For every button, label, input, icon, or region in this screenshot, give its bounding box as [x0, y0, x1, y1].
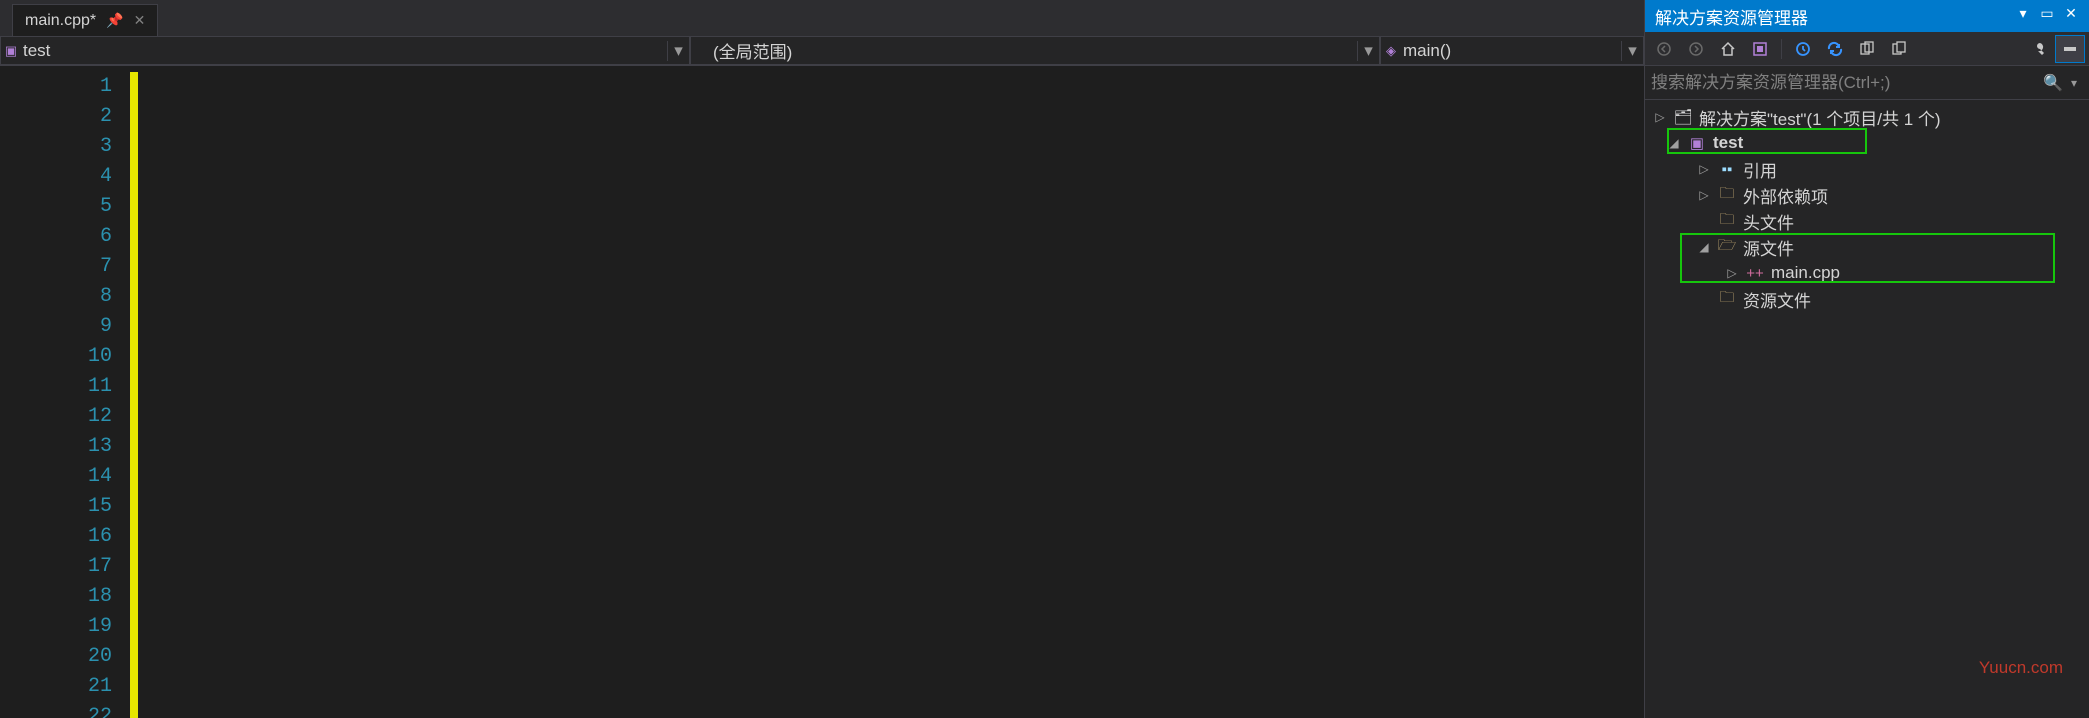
global-label: (全局范围) [711, 38, 1357, 63]
solution-tree[interactable]: ▷ 🗂 解决方案"test"(1 个项目/共 1 个) ◢ ▣ test ▷ ▪… [1645, 100, 2089, 718]
pin-icon[interactable]: ▭ [2035, 5, 2059, 27]
tab-main-cpp[interactable]: main.cpp* 📌 ✕ [12, 4, 158, 36]
line-number: 13 [0, 432, 112, 462]
collapse-icon[interactable]: ◢ [1667, 136, 1681, 150]
external-deps-label: 外部依赖项 [1743, 183, 1828, 208]
resources-label: 资源文件 [1743, 287, 1811, 312]
file-label: main.cpp [1771, 263, 1840, 283]
line-number: 15 [0, 492, 112, 522]
sources-node[interactable]: ◢ 🗁 源文件 [1645, 234, 2089, 260]
forward-button[interactable] [1681, 35, 1711, 63]
expand-icon[interactable]: ▷ [1697, 188, 1711, 202]
properties-button[interactable] [2023, 35, 2053, 63]
watermark: Yuucn.com [1979, 658, 2063, 678]
preview-selected-button[interactable] [2055, 35, 2085, 63]
resources-node[interactable]: 🗀 资源文件 [1645, 286, 2089, 312]
back-button[interactable] [1649, 35, 1679, 63]
solution-explorer-titlebar[interactable]: 解决方案资源管理器 ▾ ▭ ✕ [1645, 0, 2089, 32]
expand-icon[interactable]: ▷ [1697, 162, 1711, 176]
folder-icon: 🗀 [1717, 287, 1737, 312]
expand-icon[interactable]: ▷ [1653, 110, 1667, 124]
function-dropdown[interactable]: ◈ main() ▾ [1380, 36, 1644, 65]
line-number: 9 [0, 312, 112, 342]
line-number: 11 [0, 372, 112, 402]
expand-icon[interactable]: ▷ [1725, 266, 1739, 280]
sync-button[interactable] [1820, 35, 1850, 63]
sources-label: 源文件 [1743, 235, 1794, 260]
tab-label: main.cpp* [25, 12, 96, 30]
separator [1781, 39, 1782, 59]
line-number: 14 [0, 462, 112, 492]
line-number: 1 [0, 72, 112, 102]
code-body[interactable] [138, 66, 1644, 718]
code-editor[interactable]: 1 2 3 4 5 6 7 8 9 10 11 12 13 14 15 16 1… [0, 66, 1644, 718]
line-number: 21 [0, 672, 112, 702]
scope-dropdown[interactable]: ▣ test ▾ [0, 36, 690, 65]
line-gutter: 1 2 3 4 5 6 7 8 9 10 11 12 13 14 15 16 1… [0, 66, 130, 718]
folder-icon: 🗀 [1717, 209, 1737, 234]
solution-explorer-search[interactable]: 🔍 ▾ [1645, 66, 2089, 100]
chevron-down-icon: ▾ [1357, 41, 1379, 61]
file-main-cpp[interactable]: ▷ ++ main.cpp [1645, 260, 2089, 286]
solution-explorer-toolbar [1645, 32, 2089, 66]
chevron-down-icon: ▾ [1621, 41, 1643, 61]
solution-explorer-panel: 解决方案资源管理器 ▾ ▭ ✕ [1644, 0, 2089, 718]
folder-open-icon: 🗁 [1717, 235, 1737, 260]
solution-label: 解决方案"test"(1 个项目/共 1 个) [1699, 105, 1941, 130]
headers-label: 头文件 [1743, 209, 1794, 234]
window-menu-icon[interactable]: ▾ [2011, 5, 2035, 27]
line-number: 3 [0, 132, 112, 162]
line-number: 16 [0, 522, 112, 552]
line-number: 19 [0, 612, 112, 642]
references-label: 引用 [1743, 157, 1777, 182]
line-number: 2 [0, 102, 112, 132]
project-label: test [1713, 133, 1743, 153]
headers-node[interactable]: 🗀 头文件 [1645, 208, 2089, 234]
line-number: 5 [0, 192, 112, 222]
project-icon: ▣ [1, 43, 21, 59]
folder-icon: 🗀 [1717, 183, 1737, 208]
project-icon: ▣ [1687, 134, 1707, 152]
solution-node[interactable]: ▷ 🗂 解决方案"test"(1 个项目/共 1 个) [1645, 104, 2089, 130]
search-input[interactable] [1651, 73, 2041, 93]
external-deps-node[interactable]: ▷ 🗀 外部依赖项 [1645, 182, 2089, 208]
line-number: 12 [0, 402, 112, 432]
chevron-down-icon: ▾ [667, 41, 689, 61]
home-button[interactable] [1713, 35, 1743, 63]
pin-icon[interactable]: 📌 [106, 12, 123, 29]
collapse-icon[interactable]: ◢ [1697, 240, 1711, 254]
line-number: 10 [0, 342, 112, 372]
references-icon: ▪▪ [1717, 161, 1737, 178]
line-number: 7 [0, 252, 112, 282]
editor-tabs: main.cpp* 📌 ✕ [0, 0, 1644, 36]
chevron-down-icon[interactable]: ▾ [2065, 76, 2083, 90]
line-number: 4 [0, 162, 112, 192]
show-all-files-button[interactable] [1852, 35, 1882, 63]
close-icon[interactable]: ✕ [2059, 5, 2083, 27]
line-number: 22 [0, 702, 112, 718]
search-icon[interactable]: 🔍 [2041, 73, 2065, 93]
scope-label: test [21, 41, 667, 61]
pending-changes-button[interactable] [1788, 35, 1818, 63]
close-icon[interactable]: ✕ [134, 12, 146, 29]
cpp-file-icon: ++ [1745, 265, 1765, 282]
line-number: 20 [0, 642, 112, 672]
line-number: 8 [0, 282, 112, 312]
code-nav-bar: ▣ test ▾ (全局范围) ▾ ◈ main() ▾ [0, 36, 1644, 66]
line-number: 18 [0, 582, 112, 612]
collapse-all-button[interactable] [1884, 35, 1914, 63]
method-icon: ◈ [1381, 43, 1401, 59]
line-number: 6 [0, 222, 112, 252]
line-number: 17 [0, 552, 112, 582]
global-dropdown[interactable]: (全局范围) ▾ [690, 36, 1380, 65]
switch-view-button[interactable] [1745, 35, 1775, 63]
modified-indicator [130, 72, 138, 718]
function-label: main() [1401, 41, 1621, 61]
solution-icon: 🗂 [1673, 108, 1693, 126]
references-node[interactable]: ▷ ▪▪ 引用 [1645, 156, 2089, 182]
panel-title: 解决方案资源管理器 [1655, 4, 2011, 29]
project-node-test[interactable]: ◢ ▣ test [1645, 130, 2089, 156]
